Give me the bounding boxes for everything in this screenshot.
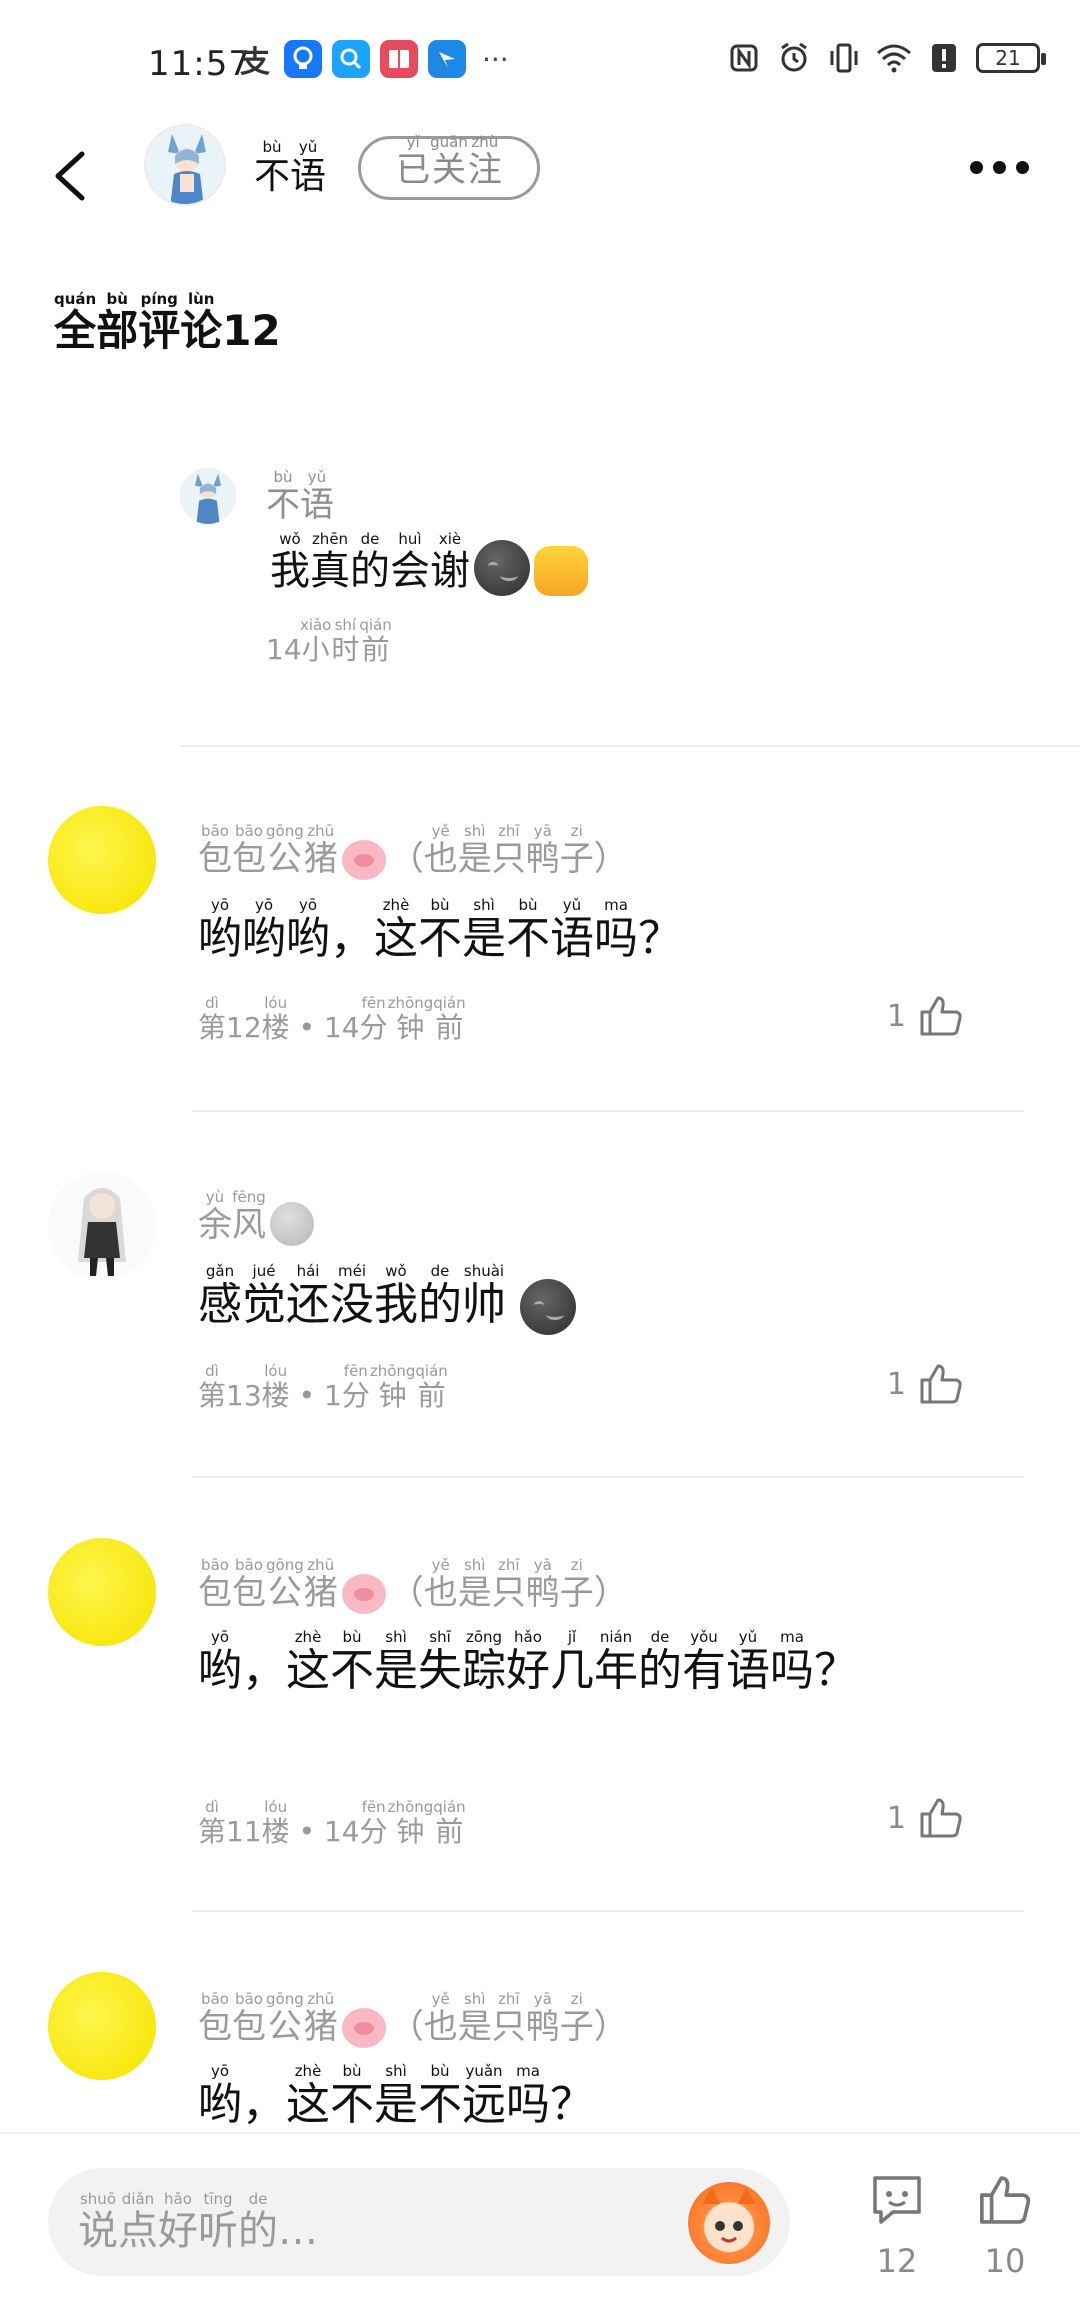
more-options-button[interactable]: [970, 152, 1040, 182]
commenter-name-text: 包bāo包bāo公gōng猪zhū: [198, 1556, 338, 1613]
more-notifications-icon: ···: [482, 42, 509, 76]
comments-count: 12: [876, 2242, 918, 2280]
vibrate-icon: [826, 40, 862, 76]
bird-app-icon: [428, 40, 466, 78]
smirk-emoji-icon: [474, 540, 530, 596]
like-button[interactable]: 1: [887, 994, 964, 1038]
reply-text-body: 我wǒ真zhēn的de会huì谢xiè: [270, 530, 470, 594]
bottom-action-bar: 说shuō点diǎn好hǎo听tīng的de… 12 10: [0, 2132, 1080, 2310]
divider: [192, 1110, 1024, 1112]
thumbs-up-icon: [980, 2176, 1031, 2224]
alarm-icon: [776, 40, 812, 76]
search-app-icon: [332, 40, 370, 78]
commenter-avatar[interactable]: [48, 1972, 156, 2080]
like-count: 1: [886, 998, 906, 1034]
commenter-name-text: 包bāo包bāo公gōng猪zhū: [198, 1990, 338, 2047]
nfc-icon: [726, 40, 762, 76]
commenter-name[interactable]: 余yù风fēng: [198, 1188, 314, 1246]
smirk-emoji-icon: [520, 1279, 576, 1335]
top-nav: 不bù语yǔ 已yǐ关guān注zhù: [0, 120, 1080, 240]
book-app-icon: [380, 40, 418, 78]
commenter-name-suffix: （也yě是shì只zhī鸭yā子zi）: [389, 822, 628, 879]
alert-icon: [926, 40, 962, 76]
post-like-button[interactable]: 10: [970, 2172, 1040, 2280]
commenter-avatar[interactable]: [48, 1172, 156, 1280]
all-comments-label: 全quán部bù评píng论lùn: [54, 290, 223, 355]
thumbs-up-icon: [920, 1364, 962, 1404]
divider: [192, 1476, 1024, 1478]
author-name-text: 不bù语yǔ: [254, 138, 327, 197]
like-count: 1: [886, 1366, 906, 1402]
commenter-name-text: 包bāo包bāo公gōng猪zhū: [198, 822, 338, 879]
comment-text: 哟yō，这zhè不bù是shì不bù远yuǎn吗ma？: [198, 2062, 594, 2130]
comment-text: 哟yō哟yō哟yō，这zhè不bù是shì不bù语yǔ吗ma？: [198, 896, 682, 964]
pig-emoji-icon: [341, 2008, 386, 2048]
comment-meta: 第dì12楼lóu • 14分fēn钟zhōng前qián: [198, 994, 466, 1044]
follow-button-label: 已yǐ关guān注zhù: [396, 133, 502, 190]
divider: [180, 745, 1080, 747]
comment-text-body: 感gǎn觉jué还hái没méi我wǒ的de帅shuài: [198, 1262, 506, 1330]
like-button[interactable]: 1: [887, 1796, 964, 1840]
commenter-name[interactable]: 包bāo包bāo公gōng猪zhū （也yě是shì只zhī鸭yā子zi）: [198, 1990, 628, 2048]
reply-avatar[interactable]: [180, 468, 236, 524]
comment-meta: 第dì11楼lóu • 14分fēn钟zhōng前qián: [198, 1798, 466, 1848]
battery-icon: 21: [976, 43, 1046, 73]
pig-emoji-icon: [341, 840, 386, 880]
thumbs-up-icon: [920, 1798, 962, 1838]
bulb-app-icon: [284, 40, 322, 78]
reply-text: 我wǒ真zhēn的de会huì谢xiè: [270, 530, 588, 596]
follow-button[interactable]: 已yǐ关guān注zhù: [358, 133, 540, 200]
reply-author-name[interactable]: 不bù语yǔ: [266, 468, 334, 526]
back-button[interactable]: [50, 148, 100, 208]
commenter-name[interactable]: 包bāo包bāo公gōng猪zhū （也yě是shì只zhī鸭yā子zi）: [198, 1556, 628, 1614]
comment-meta: 第dì13楼lóu • 1分fēn钟zhōng前qián: [198, 1362, 448, 1412]
fist-emoji-icon: [534, 546, 588, 596]
author-avatar[interactable]: [144, 124, 226, 206]
like-button[interactable]: 1: [887, 1362, 964, 1406]
alipay-icon: 支: [240, 45, 270, 80]
reply-timestamp: 14小xiǎo时shí前qián: [266, 616, 392, 666]
all-comments-title: 全quán部bù评píng论lùn12: [54, 290, 281, 358]
commenter-name-text: 余yù风fēng: [198, 1188, 266, 1245]
like-count: 1: [886, 1800, 906, 1836]
commenter-name-suffix: （也yě是shì只zhī鸭yā子zi）: [389, 1556, 628, 1613]
comment-total-count: 12: [222, 306, 281, 355]
moon-emoji-icon: [270, 1202, 314, 1246]
comment-input-placeholder: 说shuō点diǎn好hǎo听tīng的de…: [78, 2190, 318, 2254]
pig-emoji-icon: [341, 1574, 386, 1614]
wifi-icon: [876, 40, 912, 76]
status-app-icons: 支 ···: [236, 40, 509, 80]
author-name[interactable]: 不bù语yǔ: [254, 138, 327, 199]
mascot-sticker-icon[interactable]: [688, 2182, 770, 2264]
comment-text: 哟yō，这zhè不bù是shì失shī踪zōng好hǎo几jǐ年nián的de有…: [198, 1628, 858, 1696]
commenter-name[interactable]: 包bāo包bāo公gōng猪zhū （也yě是shì只zhī鸭yā子zi）: [198, 822, 628, 880]
commenter-avatar[interactable]: [48, 1538, 156, 1646]
divider: [192, 1910, 1024, 1912]
commenter-name-suffix: （也yě是shì只zhī鸭yā子zi）: [389, 1990, 628, 2047]
comments-count-button[interactable]: 12: [862, 2172, 932, 2280]
status-bar: 11:57 支 ··· 21: [0, 0, 1080, 120]
thumbs-up-icon: [920, 996, 962, 1036]
status-right-icons: 21: [726, 40, 1046, 76]
commenter-avatar[interactable]: [48, 806, 156, 914]
comment-text: 感gǎn觉jué还hái没méi我wǒ的de帅shuài: [198, 1262, 918, 1338]
comment-input[interactable]: 说shuō点diǎn好hǎo听tīng的de…: [48, 2168, 790, 2276]
comment-bubble-icon: [873, 2176, 921, 2224]
post-like-count: 10: [984, 2242, 1026, 2280]
